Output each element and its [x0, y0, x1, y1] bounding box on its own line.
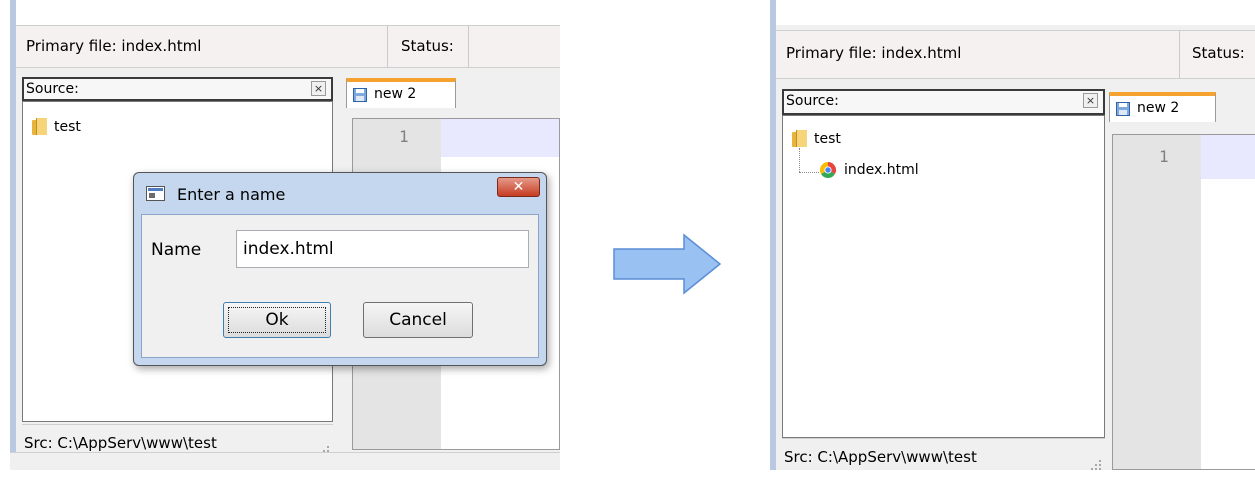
source-panel-close-button[interactable]: × [311, 81, 326, 96]
code-editor[interactable]: 1 [1112, 134, 1255, 470]
resize-grip-icon[interactable] [1091, 460, 1101, 470]
horizontal-scrollbar[interactable] [10, 452, 560, 470]
name-input[interactable] [236, 230, 529, 268]
source-panel-title: Source: [26, 81, 79, 97]
right-arrow-icon [613, 233, 722, 295]
line-number-gutter: 1 [1113, 135, 1201, 469]
line-number: 1 [1159, 147, 1169, 166]
source-panel-header: Source: × [22, 77, 333, 101]
tab-new-2[interactable]: new 2 [1109, 92, 1216, 122]
info-bar-divider [1179, 31, 1180, 78]
ok-button[interactable]: Ok [223, 302, 331, 338]
source-tree: test index.html [782, 115, 1105, 438]
folder-icon [792, 130, 807, 147]
tree-item-test[interactable]: test [792, 130, 841, 147]
info-bar-divider [387, 26, 388, 67]
tree-item-label: index.html [844, 162, 919, 178]
cancel-button[interactable]: Cancel [363, 302, 473, 338]
dialog-body: Name Ok Cancel [141, 214, 539, 358]
primary-file-label: Primary file: index.html [786, 44, 962, 62]
enter-name-dialog: Enter a name ✕ Name Ok Cancel [133, 172, 547, 366]
tree-connector [799, 148, 800, 172]
dialog-close-button[interactable]: ✕ [497, 177, 540, 197]
tab-label: new 2 [1137, 100, 1180, 116]
source-path: Src: C:\AppServ\www\test [784, 448, 977, 466]
source-panel-header: Source: × [782, 89, 1105, 115]
tab-new-2[interactable]: new 2 [346, 78, 456, 108]
current-line-highlight [1201, 135, 1255, 179]
source-status-bar: Src: C:\AppServ\www\test [782, 438, 1105, 470]
primary-file-label: Primary file: index.html [26, 37, 202, 55]
window-edge [10, 0, 16, 470]
tree-item-label: test [814, 130, 841, 147]
source-panel-close-button[interactable]: × [1083, 93, 1098, 108]
status-label: Status: [401, 37, 454, 55]
save-icon [353, 88, 367, 102]
window-app-icon [146, 186, 165, 201]
current-line-highlight [441, 119, 559, 157]
focus-ring [228, 307, 326, 333]
dialog-title: Enter a name [177, 185, 286, 204]
folder-icon [32, 118, 47, 135]
tree-item-label: test [54, 118, 81, 135]
tab-label: new 2 [374, 86, 417, 102]
info-bar: Primary file: index.html Status: [16, 25, 560, 68]
line-number: 1 [399, 127, 409, 146]
source-panel-title: Source: [786, 93, 839, 109]
tree-connector [799, 172, 819, 173]
info-bar: Primary file: index.html Status: [776, 30, 1255, 79]
tree-item-test[interactable]: test [32, 118, 81, 135]
chrome-icon [820, 162, 836, 178]
status-label: Status: [1192, 44, 1245, 62]
name-label: Name [151, 240, 202, 260]
source-path: Src: C:\AppServ\www\test [24, 434, 217, 452]
toolbar-area [776, 0, 1255, 25]
toolbar-area [16, 0, 560, 25]
info-bar-divider [468, 26, 469, 67]
save-icon [1116, 102, 1130, 116]
after-window: Primary file: index.html Status: Source:… [770, 0, 1255, 470]
tree-item-index-html[interactable]: index.html [820, 162, 919, 178]
